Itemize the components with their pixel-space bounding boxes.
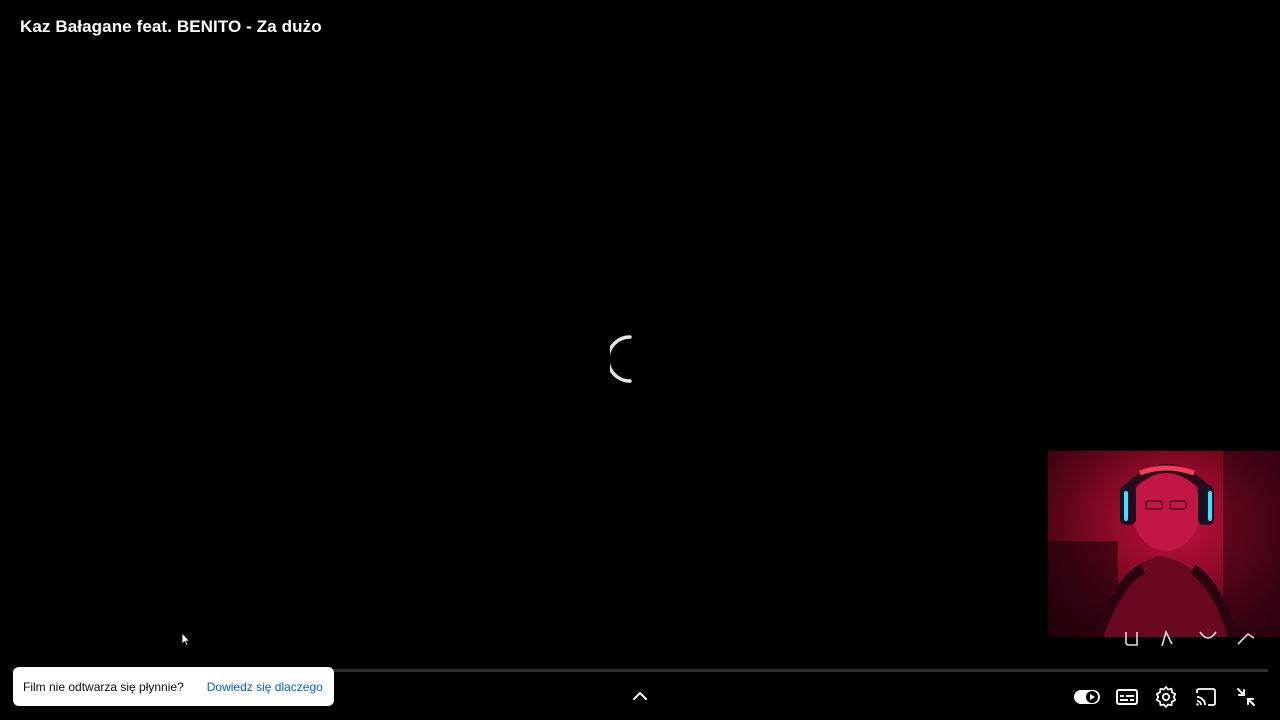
mouse-cursor-icon (181, 632, 191, 646)
webcam-overlay (1048, 451, 1280, 637)
learn-why-link[interactable]: Dowiedz się dlaczego (207, 680, 323, 694)
share-icon[interactable] (1236, 630, 1256, 648)
action-icons-row (1118, 630, 1280, 648)
exit-fullscreen-icon[interactable] (1234, 685, 1258, 709)
settings-gear-icon[interactable] (1154, 685, 1178, 709)
subtitles-icon[interactable] (1115, 685, 1139, 709)
comments-icon[interactable] (1198, 630, 1218, 648)
video-title: Kaz Bałagane feat. BENITO - Za dużo (20, 17, 322, 36)
chevron-up-icon[interactable] (630, 686, 650, 706)
like-icon[interactable] (1123, 630, 1141, 648)
loading-spinner-icon (610, 335, 632, 383)
toast-message: Film nie odtwarza się płynnie? (23, 679, 184, 694)
cast-icon[interactable] (1194, 685, 1218, 709)
playback-issue-toast: Film nie odtwarza się płynnie? Dowiedz s… (13, 667, 334, 706)
dislike-icon[interactable] (1158, 630, 1176, 648)
autoplay-toggle-icon[interactable] (1074, 685, 1100, 709)
webcam-person-image (1048, 451, 1280, 637)
